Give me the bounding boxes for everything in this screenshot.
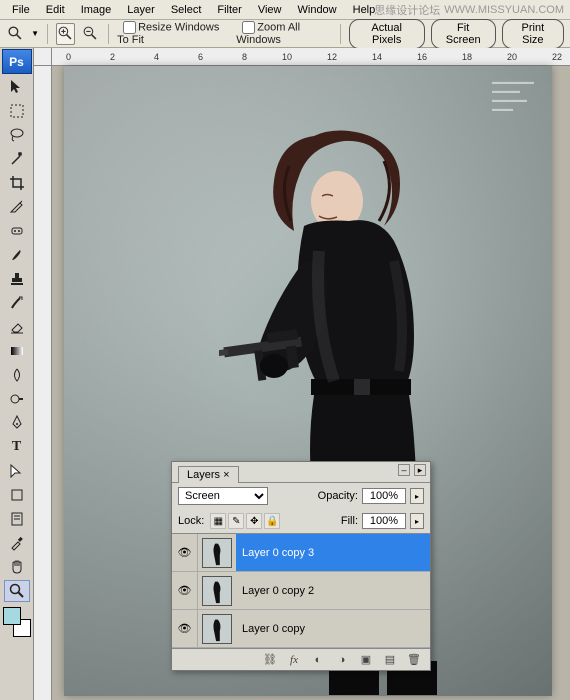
image-watermark: ▬▬▬▬▬▬▬▬▬▬▬▬▬▬▬▬▬▬ <box>492 78 534 114</box>
document-canvas[interactable]: ▬▬▬▬▬▬▬▬▬▬▬▬▬▬▬▬▬▬ <box>64 66 552 696</box>
resize-windows-checkbox[interactable]: Resize Windows To Fit <box>117 21 230 46</box>
link-layers-icon[interactable]: ⛓ <box>262 652 278 668</box>
layer-thumbnail[interactable] <box>202 614 232 644</box>
marquee-tool-icon[interactable] <box>4 100 30 122</box>
layer-fx-icon[interactable]: fx <box>286 652 302 668</box>
ruler-horizontal[interactable]: 0 2 4 6 8 10 12 14 16 18 20 22 <box>52 48 570 66</box>
zoom-all-checkbox[interactable]: Zoom All Windows <box>236 21 332 46</box>
layer-thumbnail[interactable] <box>202 538 232 568</box>
workspace: Ps T 0 2 4 6 8 <box>0 48 570 700</box>
fg-color-swatch[interactable] <box>3 607 21 625</box>
history-brush-icon[interactable] <box>4 292 30 314</box>
layers-panel[interactable]: Layers × – ▸ Screen Opacity: ▸ <box>171 461 431 671</box>
new-layer-icon[interactable]: ▤ <box>382 652 398 668</box>
actual-pixels-button[interactable]: Actual Pixels <box>349 19 425 49</box>
panel-minimize-icon[interactable]: – <box>398 464 410 476</box>
layer-mask-icon[interactable]: ◐ <box>310 652 326 668</box>
ps-logo-icon: Ps <box>2 49 32 74</box>
lock-transparency-icon[interactable]: ▦ <box>210 513 226 529</box>
opacity-arrow-icon[interactable]: ▸ <box>410 488 424 504</box>
eraser-tool-icon[interactable] <box>4 316 30 338</box>
stamp-tool-icon[interactable] <box>4 268 30 290</box>
fill-input[interactable] <box>362 513 406 529</box>
ruler-corner <box>34 48 52 66</box>
blend-mode-select[interactable]: Screen <box>178 487 268 505</box>
dodge-tool-icon[interactable] <box>4 388 30 410</box>
layer-row[interactable]: 👁 Layer 0 copy 2 <box>172 572 430 610</box>
fill-arrow-icon[interactable]: ▸ <box>410 513 424 529</box>
zoom-out-icon[interactable] <box>81 23 100 45</box>
print-size-button[interactable]: Print Size <box>502 19 564 49</box>
slice-tool-icon[interactable] <box>4 196 30 218</box>
options-bar: ▼ Resize Windows To Fit Zoom All Windows… <box>0 20 570 48</box>
lock-pixels-icon[interactable]: ✎ <box>228 513 244 529</box>
hand-tool-icon[interactable] <box>4 556 30 578</box>
delete-layer-icon[interactable]: 🗑 <box>406 652 422 668</box>
menu-layer[interactable]: Layer <box>119 2 163 18</box>
fill-label: Fill: <box>341 515 358 527</box>
menu-window[interactable]: Window <box>290 2 345 18</box>
opacity-input[interactable] <box>362 488 406 504</box>
visibility-toggle-icon[interactable]: 👁 <box>172 534 198 571</box>
layers-footer: ⛓ fx ◐ ◑ ▣ ▤ 🗑 <box>172 648 430 670</box>
opacity-label: Opacity: <box>318 490 358 502</box>
layer-row[interactable]: 👁 Layer 0 copy <box>172 610 430 648</box>
layer-row[interactable]: 👁 Layer 0 copy 3 <box>172 534 430 572</box>
fit-screen-button[interactable]: Fit Screen <box>431 19 496 49</box>
menu-image[interactable]: Image <box>73 2 120 18</box>
color-swatches[interactable] <box>3 607 31 637</box>
menu-file[interactable]: File <box>4 2 38 18</box>
heal-tool-icon[interactable] <box>4 220 30 242</box>
adjustment-layer-icon[interactable]: ◑ <box>334 652 350 668</box>
type-tool-icon[interactable]: T <box>4 436 30 458</box>
menu-select[interactable]: Select <box>163 2 210 18</box>
menu-edit[interactable]: Edit <box>38 2 73 18</box>
zoom-in-icon[interactable] <box>56 23 75 45</box>
visibility-toggle-icon[interactable]: 👁 <box>172 572 198 609</box>
crop-tool-icon[interactable] <box>4 172 30 194</box>
toolbox: Ps T <box>0 48 34 700</box>
lock-position-icon[interactable]: ✥ <box>246 513 262 529</box>
shape-tool-icon[interactable] <box>4 484 30 506</box>
menu-filter[interactable]: Filter <box>209 2 249 18</box>
group-icon[interactable]: ▣ <box>358 652 374 668</box>
panel-menu-icon[interactable]: ▸ <box>414 464 426 476</box>
brush-tool-icon[interactable] <box>4 244 30 266</box>
canvas-area: 0 2 4 6 8 10 12 14 16 18 20 22 ▬▬▬▬▬▬▬▬▬… <box>34 48 570 700</box>
watermark: 思缘设计论坛WWW.MISSYUAN.COM <box>374 2 564 18</box>
path-tool-icon[interactable] <box>4 460 30 482</box>
layers-tab[interactable]: Layers × <box>178 466 239 483</box>
lock-all-icon[interactable]: 🔒 <box>264 513 280 529</box>
layer-thumbnail[interactable] <box>202 576 232 606</box>
menu-view[interactable]: View <box>250 2 290 18</box>
zoom-tool-icon[interactable] <box>6 23 25 45</box>
move-tool-icon[interactable] <box>4 76 30 98</box>
notes-tool-icon[interactable] <box>4 508 30 530</box>
layer-name[interactable]: Layer 0 copy 3 <box>242 547 314 559</box>
layer-name[interactable]: Layer 0 copy 2 <box>242 585 314 597</box>
pen-tool-icon[interactable] <box>4 412 30 434</box>
eyedropper-tool-icon[interactable] <box>4 532 30 554</box>
lasso-tool-icon[interactable] <box>4 124 30 146</box>
layer-name[interactable]: Layer 0 copy <box>242 623 305 635</box>
wand-tool-icon[interactable] <box>4 148 30 170</box>
visibility-toggle-icon[interactable]: 👁 <box>172 610 198 647</box>
ruler-vertical[interactable] <box>34 66 52 700</box>
gradient-tool-icon[interactable] <box>4 340 30 362</box>
layers-list: 👁 Layer 0 copy 3 👁 Layer 0 copy 2 👁 <box>172 533 430 648</box>
zoom-tool-icon[interactable] <box>4 580 30 602</box>
blur-tool-icon[interactable] <box>4 364 30 386</box>
lock-label: Lock: <box>178 515 204 527</box>
tool-dropdown-icon[interactable]: ▼ <box>31 29 39 38</box>
